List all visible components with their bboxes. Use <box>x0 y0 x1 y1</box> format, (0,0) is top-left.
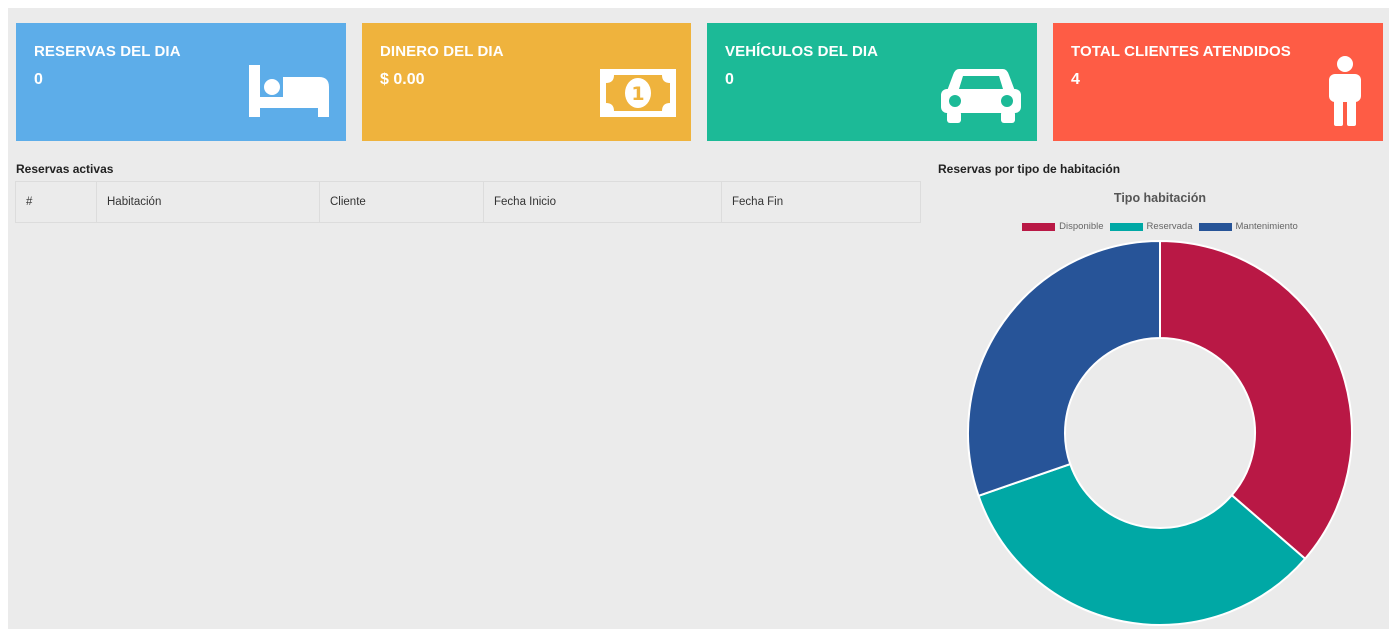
card-value: 0 <box>725 71 734 88</box>
chart-title: Tipo habitación <box>1113 191 1207 205</box>
card-label: DINERO DEL DIA <box>380 43 504 60</box>
legend-swatch <box>1198 222 1232 231</box>
donut-slice-mantenimiento[interactable] <box>967 239 1161 498</box>
reservas-activas-title: Reservas activas <box>16 162 114 176</box>
total-clientes-card[interactable]: TOTAL CLIENTES ATENDIDOS 4 <box>1053 23 1383 141</box>
vehiculos-del-dia-card[interactable]: VEHÍCULOS DEL DIA 0 <box>707 23 1037 141</box>
money-bill-icon: 1 <box>600 69 676 117</box>
legend-label: Reservada <box>1146 221 1193 232</box>
donut-slice-disponible[interactable] <box>1159 239 1353 561</box>
card-value: 4 <box>1071 71 1080 88</box>
svg-text:1: 1 <box>631 83 644 105</box>
person-icon <box>1329 56 1361 126</box>
legend-item[interactable]: Reservada <box>1109 221 1193 232</box>
legend-item[interactable]: Mantenimiento <box>1198 221 1298 232</box>
column-header-fecha-inicio[interactable]: Fecha Inicio <box>483 181 722 223</box>
legend-label: Mantenimiento <box>1235 221 1298 232</box>
card-label: RESERVAS DEL DIA <box>34 43 181 60</box>
legend-swatch <box>1109 222 1143 231</box>
legend-label: Disponible <box>1059 221 1104 232</box>
chart-legend: Disponible Reservada Mantenimiento <box>938 221 1382 232</box>
car-icon <box>941 69 1021 123</box>
legend-item[interactable]: Disponible <box>1022 221 1104 232</box>
card-label: VEHÍCULOS DEL DIA <box>725 43 879 60</box>
card-value: $ 0.00 <box>380 71 425 88</box>
bed-icon <box>249 65 329 117</box>
legend-swatch <box>1022 222 1056 231</box>
donut-chart <box>967 239 1353 626</box>
dashboard: RESERVAS DEL DIA 0 DINERO DEL DIA $ 0.00… <box>8 8 1389 629</box>
column-header-habitacion[interactable]: Habitación <box>96 181 320 223</box>
reservas-table: # Habitación Cliente Fecha Inicio Fecha … <box>15 181 921 223</box>
card-value: 0 <box>34 71 43 88</box>
column-header-cliente[interactable]: Cliente <box>319 181 484 223</box>
column-header-number[interactable]: # <box>15 181 97 223</box>
column-header-fecha-fin[interactable]: Fecha Fin <box>721 181 921 223</box>
table-header-row: # Habitación Cliente Fecha Inicio Fecha … <box>15 181 921 223</box>
reservas-por-tipo-title: Reservas por tipo de habitación <box>938 162 1121 176</box>
card-label: TOTAL CLIENTES ATENDIDOS <box>1071 43 1291 60</box>
dinero-del-dia-card[interactable]: DINERO DEL DIA $ 0.00 1 <box>362 23 691 141</box>
reservas-del-dia-card[interactable]: RESERVAS DEL DIA 0 <box>16 23 346 141</box>
